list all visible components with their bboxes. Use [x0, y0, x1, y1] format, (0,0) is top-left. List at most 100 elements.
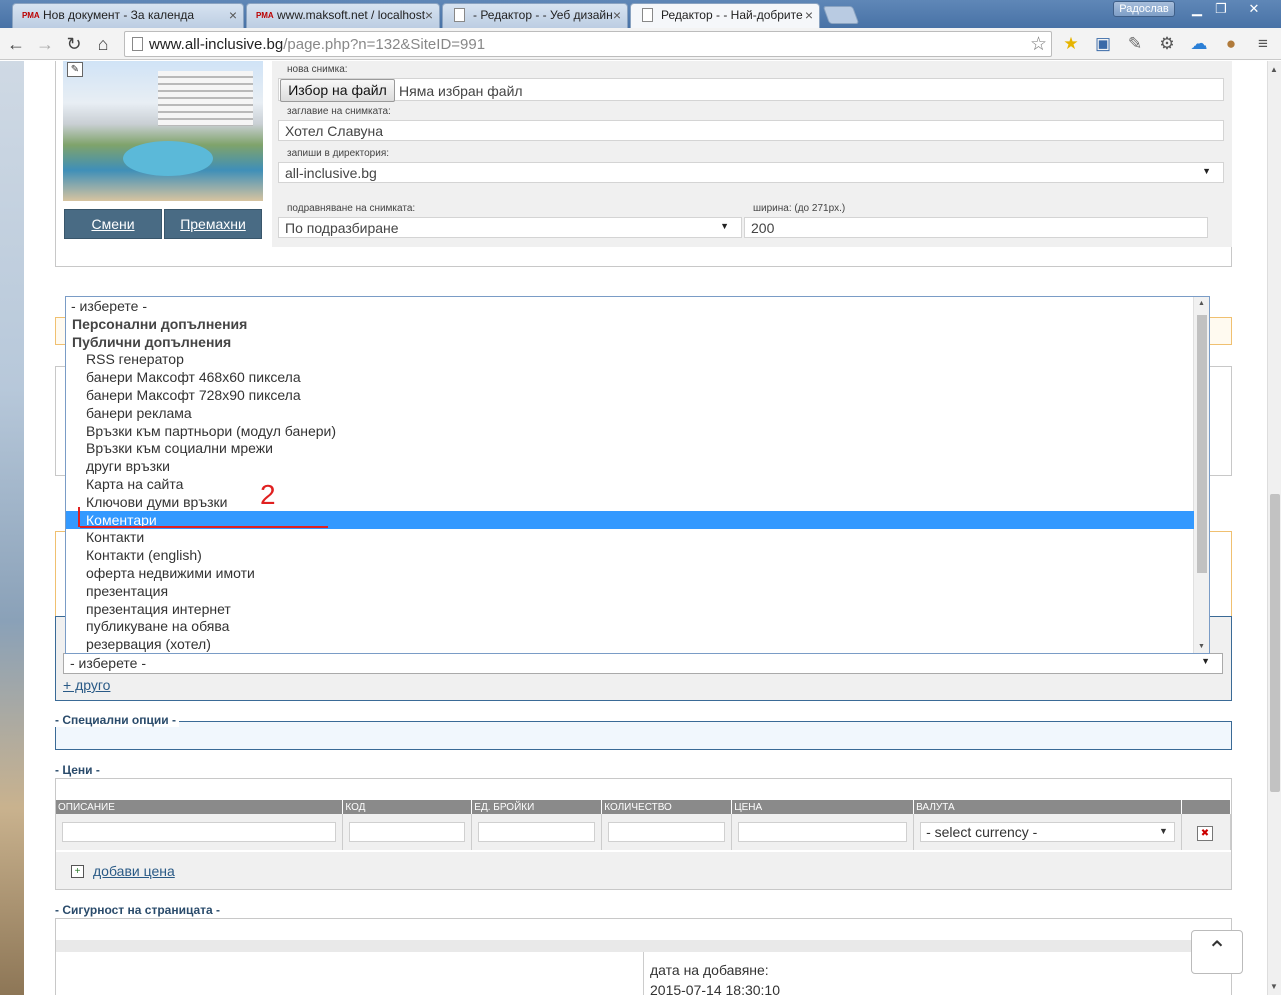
col-quantity: КОЛИЧЕСТВО [601, 800, 733, 814]
dropdown-caret-icon: ▼ [1159, 826, 1168, 836]
remove-image-button[interactable]: Премахни [164, 209, 262, 239]
dropdown-caret-icon: ▼ [1201, 656, 1210, 666]
dropdown-scroll-thumb[interactable] [1197, 315, 1207, 573]
close-tab-icon[interactable]: × [425, 7, 433, 23]
add-other-link[interactable]: + друго [63, 677, 110, 693]
units-input[interactable] [478, 822, 596, 842]
dropdown-caret-icon: ▼ [720, 221, 729, 231]
close-tab-icon[interactable]: × [229, 7, 237, 23]
plugin-select[interactable]: - изберете - ▼ [63, 653, 1223, 674]
delete-price-icon[interactable]: ✖ [1197, 826, 1213, 841]
col-units: ЕД. БРОЙКИ [471, 800, 603, 814]
bookmarks-extension-icon[interactable]: ▣ [1092, 33, 1114, 55]
plugin-dropdown-list[interactable]: ▲ ▼ - изберете - Персонални допълнения Пуб… [65, 296, 1210, 654]
page-icon [132, 37, 143, 51]
browser-tab-4-active[interactable]: Редактор - - Най-добрите × [630, 3, 820, 29]
directory-label: запиши в директория: [287, 148, 390, 159]
home-icon[interactable]: ⌂ [92, 33, 114, 55]
forward-arrow-icon[interactable]: → [34, 33, 56, 55]
dropdown-option[interactable]: банери реклама [66, 404, 1194, 422]
align-select[interactable]: По подразбиране ▼ [278, 217, 742, 238]
scroll-to-top-button[interactable]: ⌃ [1191, 930, 1243, 974]
directory-value: all-inclusive.bg [285, 165, 377, 181]
cloud-extension-icon[interactable]: ☁ [1188, 33, 1210, 55]
scroll-up-icon[interactable]: ▲ [1198, 300, 1205, 307]
dropdown-option[interactable]: Контакти [66, 528, 1194, 546]
dropdown-option[interactable]: банери Максофт 728x90 пиксела [66, 386, 1194, 404]
dropdown-option[interactable]: - изберете - [66, 297, 1194, 315]
directory-select[interactable]: all-inclusive.bg ▼ [278, 162, 1224, 183]
close-window-icon[interactable]: ✕ [1233, 1, 1275, 19]
dropdown-option[interactable]: други връзки [66, 457, 1194, 475]
cookie-extension-icon[interactable]: ● [1220, 33, 1242, 55]
document-icon [642, 8, 653, 22]
prices-title: - Цени - [55, 763, 103, 777]
edit-pencil-icon[interactable]: ✎ [67, 62, 83, 77]
security-header-bar [56, 940, 1231, 952]
maksoft-favicon-icon: РМА [256, 11, 274, 20]
tab-title: Нов документ - За календа [43, 8, 195, 22]
tab-title: www.maksoft.net / localhost [277, 8, 426, 22]
dropdown-option[interactable]: резервация (хотел) [66, 635, 1194, 653]
dropdown-option[interactable]: Връзки към партньори (модул банери) [66, 422, 1194, 440]
quantity-input[interactable] [608, 822, 726, 842]
add-price-icon[interactable]: + [71, 865, 84, 878]
add-price-row [56, 852, 1231, 889]
code-input[interactable] [349, 822, 466, 842]
caption-input[interactable]: Хотел Славуна [278, 120, 1224, 141]
dropdown-scrollbar[interactable]: ▲ ▼ [1193, 297, 1209, 653]
currency-select[interactable]: - select currency - ▼ [920, 822, 1175, 842]
scroll-down-icon[interactable]: ▼ [1198, 643, 1205, 650]
browser-tab-3[interactable]: - Редактор - - Уеб дизайн × [442, 3, 628, 28]
back-arrow-icon[interactable]: ← [5, 33, 27, 55]
prices-table: ОПИСАНИЕ КОД ЕД. БРОЙКИ КОЛИЧЕСТВО ЦЕНА … [56, 800, 1232, 850]
dropdown-option[interactable]: Карта на сайта [66, 475, 1194, 493]
dropdown-option[interactable]: презентация [66, 582, 1194, 600]
dropdown-option[interactable]: публикуване на обява [66, 617, 1194, 635]
plugin-select-value: - изберете - [70, 655, 146, 671]
eyedropper-extension-icon[interactable]: ✎ [1124, 33, 1146, 55]
price-input[interactable] [738, 822, 908, 842]
scroll-up-icon[interactable]: ▲ [1270, 65, 1278, 74]
browser-tab-1[interactable]: РМА Нов документ - За календа × [12, 3, 244, 28]
dropdown-option[interactable]: Контакти (english) [66, 546, 1194, 564]
security-title: - Сигурност на страницата - [55, 903, 224, 917]
dropdown-option[interactable]: оферта недвижими имоти [66, 564, 1194, 582]
page-content: ✎ Смени Премахни нова снимка: Избор на ф… [0, 61, 1267, 995]
dropdown-option[interactable]: RSS генератор [66, 350, 1194, 368]
browser-tab-2[interactable]: РМА www.maksoft.net / localhost × [246, 3, 440, 28]
add-price-link[interactable]: добави цена [93, 863, 175, 879]
description-input[interactable] [62, 822, 337, 842]
dropdown-option[interactable]: банери Максофт 468x60 пиксела [66, 368, 1194, 386]
close-tab-icon[interactable]: × [805, 7, 813, 23]
align-value: По подразбиране [285, 220, 399, 236]
close-tab-icon[interactable]: × [613, 7, 621, 23]
address-bar[interactable]: www.all-inclusive.bg/page.php?n=132&Site… [124, 31, 1052, 57]
settings-gear-icon[interactable]: ⚙ [1156, 33, 1178, 55]
profile-user-button[interactable]: Радослав [1113, 1, 1175, 17]
dropdown-option[interactable]: Връзки към социални мрежи [66, 439, 1194, 457]
star-extension-icon[interactable]: ★ [1060, 33, 1082, 55]
scroll-down-icon[interactable]: ▼ [1270, 982, 1278, 991]
dropdown-group-label: Персонални допълнения [72, 316, 248, 332]
width-label: ширина: (до 271px.) [753, 203, 846, 214]
new-image-label: нова снимка: [287, 64, 348, 75]
dropdown-option[interactable]: презентация интернет [66, 600, 1194, 618]
special-options-title: - Специални опции - [55, 713, 179, 727]
page-scroll-thumb[interactable] [1270, 494, 1280, 792]
page-scrollbar[interactable]: ▲ ▼ [1267, 61, 1281, 995]
dropdown-option[interactable]: Ключови думи връзки [66, 493, 1194, 511]
maximize-icon[interactable]: ❐ [1209, 1, 1233, 19]
col-price: ЦЕНА [731, 800, 915, 814]
minimize-icon[interactable]: ▁ [1185, 1, 1209, 19]
width-input[interactable]: 200 [744, 217, 1208, 238]
col-description: ОПИСАНИЕ [56, 800, 344, 814]
dropdown-group-label: Публични допълнения [72, 334, 232, 350]
change-image-button[interactable]: Смени [64, 209, 162, 239]
reload-icon[interactable]: ↻ [63, 33, 85, 55]
new-tab-button[interactable] [822, 6, 860, 24]
annotation-mark [78, 507, 80, 527]
choose-file-button[interactable]: Избор на файл [280, 79, 395, 102]
bookmark-star-icon[interactable]: ☆ [1030, 33, 1047, 56]
menu-icon[interactable]: ≡ [1252, 33, 1274, 55]
